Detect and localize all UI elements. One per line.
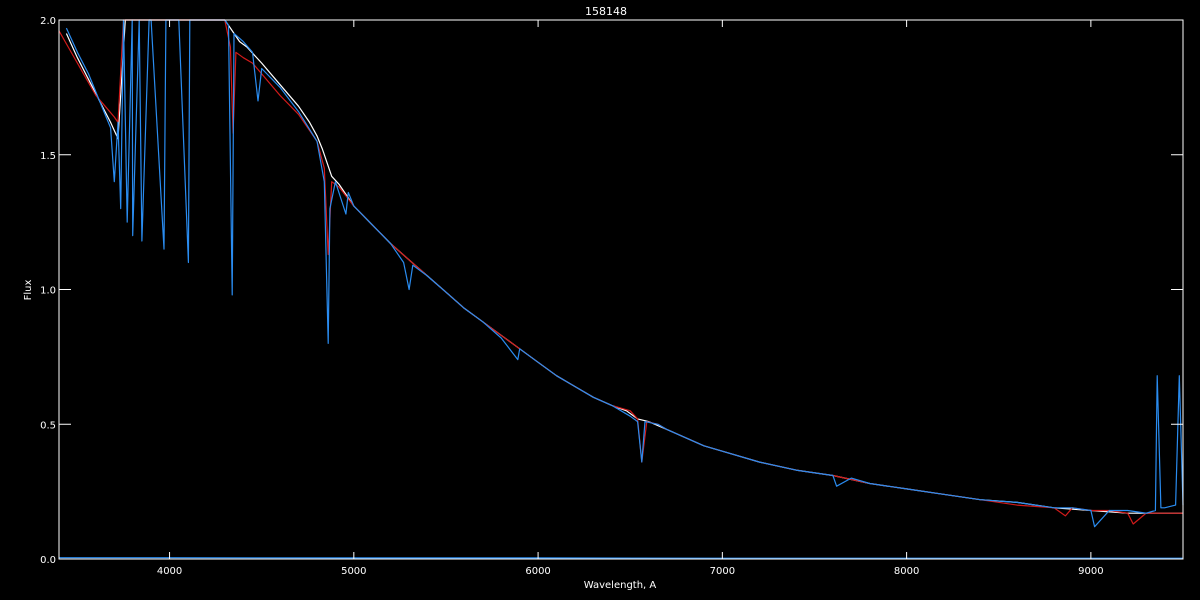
series-line-3 bbox=[59, 557, 1183, 559]
x-tick-label-4000: 4000 bbox=[157, 566, 182, 577]
x-tick-label-9000: 9000 bbox=[1078, 566, 1103, 577]
chart-background bbox=[0, 0, 1200, 600]
x-axis-label: Wavelength, A bbox=[584, 580, 657, 591]
y-axis-label: Flux bbox=[23, 280, 34, 301]
y-tick-label-0.5: 0.5 bbox=[40, 420, 56, 431]
spectrum-chart: 158148 4000 5000 6000 7000 8000 9000 0.0 0.5 1.… bbox=[0, 0, 1200, 600]
x-tick-label-5000: 5000 bbox=[341, 566, 366, 577]
x-tick-label-8000: 8000 bbox=[894, 566, 919, 577]
x-tick-label-7000: 7000 bbox=[710, 566, 735, 577]
y-tick-label-1: 1.0 bbox=[40, 286, 56, 297]
x-tick-label-6000: 6000 bbox=[525, 566, 550, 577]
y-tick-label-2: 2.0 bbox=[40, 16, 56, 27]
y-tick-label-1.5: 1.5 bbox=[40, 151, 56, 162]
chart-title: 158148 bbox=[585, 5, 627, 18]
y-tick-label-0: 0.0 bbox=[40, 555, 56, 566]
